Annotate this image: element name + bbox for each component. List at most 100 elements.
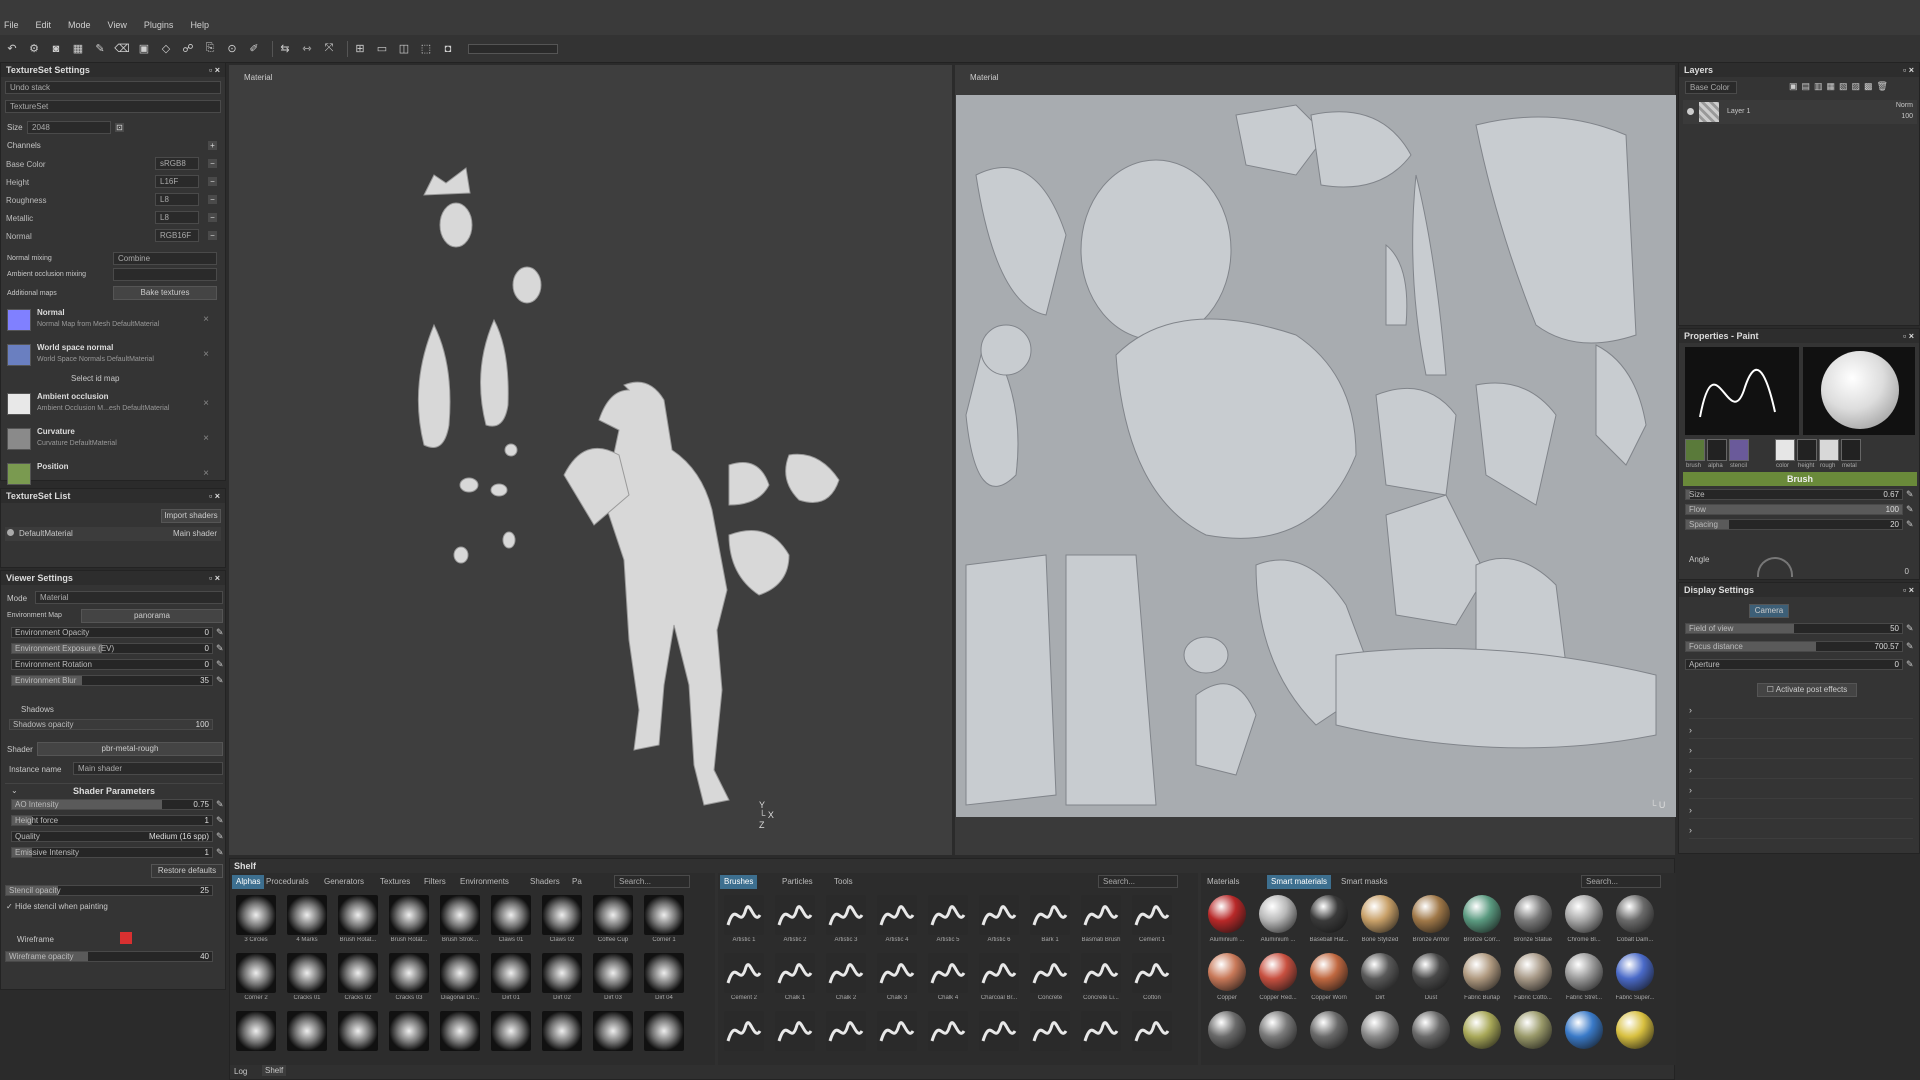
brush-item[interactable]: Cotton <box>1128 951 1176 1007</box>
material-item[interactable]: Baseball Hat... <box>1305 893 1353 949</box>
tab-brushes[interactable]: Brushes <box>720 875 758 889</box>
brush-item[interactable]: Artistic 5 <box>924 893 972 949</box>
alpha-item[interactable]: Brush Rotat... <box>385 893 433 949</box>
remove-channel-icon[interactable]: − <box>208 177 217 186</box>
material-item[interactable]: Fabric Super... <box>1611 951 1659 1007</box>
channel-format-select[interactable]: L8 <box>155 211 199 224</box>
swatch-color[interactable]: color <box>1775 439 1795 469</box>
brush-item[interactable]: Artistic 4 <box>873 893 921 949</box>
channel-format-select[interactable]: L16F <box>155 175 199 188</box>
material-item[interactable] <box>1611 1009 1659 1065</box>
tab-generators[interactable]: Generators <box>320 875 368 889</box>
stencil-opacity-slider[interactable]: Stencil opacity 25 <box>5 885 213 896</box>
edit-pencil-icon[interactable]: ✎ <box>216 847 224 858</box>
panel-close-icon[interactable]: ▫ × <box>1903 65 1914 75</box>
material-item[interactable]: Bone Stylized <box>1356 893 1404 949</box>
close-icon[interactable]: × <box>203 398 209 409</box>
select-id-map-button[interactable]: Select id map <box>71 374 119 383</box>
brush-item[interactable] <box>1077 1009 1125 1065</box>
brush-item[interactable]: Concrete <box>1026 951 1074 1007</box>
camera-tab[interactable]: Camera <box>1749 604 1789 618</box>
menu-file[interactable]: File <box>4 20 19 30</box>
view-2d-icon[interactable]: ▭ <box>374 41 390 57</box>
render-icon[interactable]: ◘ <box>440 41 456 57</box>
material-item[interactable] <box>1254 1009 1302 1065</box>
layer-actions-icons[interactable]: ▣▤▥▦▧▨▩🗑 <box>1789 81 1892 92</box>
brush-item[interactable] <box>720 1009 768 1065</box>
alpha-item[interactable]: Cracks 02 <box>334 951 382 1007</box>
brush-item[interactable] <box>771 1009 819 1065</box>
slider-2[interactable]: Environment Rotation 0 <box>11 659 213 670</box>
alpha-item[interactable]: Brush Strok... <box>436 893 484 949</box>
smudge-icon[interactable]: ☍ <box>180 41 196 57</box>
tab-textures[interactable]: Textures <box>376 875 414 889</box>
brush-item[interactable] <box>924 1009 972 1065</box>
swatch-brush[interactable]: brush <box>1685 439 1705 469</box>
slider-1[interactable]: Environment Exposure (EV) 0 <box>11 643 213 654</box>
brush-item[interactable]: Bark 1 <box>1026 893 1074 949</box>
material-item[interactable]: Fabric Burlap <box>1458 951 1506 1007</box>
effect-row[interactable]: › <box>1689 805 1913 819</box>
menu-edit[interactable]: Edit <box>36 20 52 30</box>
additional-map-item[interactable]: Ambient occlusion Ambient Occlusion M...e… <box>5 390 217 420</box>
layer-visibility-icon[interactable] <box>1687 108 1694 115</box>
material-item[interactable]: Chrome Bl... <box>1560 893 1608 949</box>
hide-stencil-checkbox[interactable]: ✓ Hide stencil when painting <box>6 902 108 911</box>
textureset-shader[interactable]: Main shader <box>173 529 217 538</box>
brush-item[interactable]: Artistic 3 <box>822 893 870 949</box>
alpha-item[interactable]: Dirt 04 <box>640 951 688 1007</box>
tab-particles[interactable]: Particles <box>778 875 817 889</box>
layer-row[interactable]: Layer 1 Norm 100 <box>1683 100 1917 124</box>
effect-row[interactable]: › <box>1689 785 1913 799</box>
menu-plugins[interactable]: Plugins <box>144 20 174 30</box>
brush-item[interactable] <box>1026 1009 1074 1065</box>
mirror-icon[interactable]: ⇿ <box>299 41 315 57</box>
edit-pencil-icon[interactable]: ✎ <box>1906 641 1914 652</box>
edit-pencil-icon[interactable]: ✎ <box>216 643 224 654</box>
material-item[interactable] <box>1305 1009 1353 1065</box>
brush-item[interactable]: Charcoal Br... <box>975 951 1023 1007</box>
alpha-item[interactable]: Corner 2 <box>232 951 280 1007</box>
edit-pencil-icon[interactable]: ✎ <box>1906 623 1914 634</box>
import-shaders-button[interactable]: Import shaders <box>161 509 221 523</box>
panel-close-icon[interactable]: ▫ × <box>209 573 220 583</box>
ao-mixing-select[interactable] <box>113 268 217 281</box>
material-item[interactable]: Bronze Statue <box>1509 893 1557 949</box>
alpha-item[interactable] <box>487 1009 535 1065</box>
brush-item[interactable]: Artistic 2 <box>771 893 819 949</box>
swatch-rough[interactable]: rough <box>1819 439 1839 469</box>
alpha-item[interactable]: Cracks 01 <box>283 951 331 1007</box>
material-item[interactable]: Bronze Armor <box>1407 893 1455 949</box>
wireframe-opacity-slider[interactable]: Wireframe opacity 40 <box>5 951 213 962</box>
additional-map-item[interactable]: World space normal World Space Normals De… <box>5 341 217 371</box>
viewport-2d[interactable]: Material └ U <box>955 65 1676 855</box>
effect-row[interactable]: › <box>1689 745 1913 759</box>
material-item[interactable]: Aluminium ... <box>1254 893 1302 949</box>
slider-0[interactable]: Field of view 50 <box>1685 623 1903 634</box>
alpha-item[interactable]: Corner 1 <box>640 893 688 949</box>
material-item[interactable] <box>1560 1009 1608 1065</box>
gear-icon[interactable]: ⚙ <box>26 41 42 57</box>
layer-name[interactable]: Layer 1 <box>1727 108 1750 115</box>
size-select[interactable]: 2048 <box>27 121 111 134</box>
close-icon[interactable]: × <box>203 468 209 479</box>
material-item[interactable]: Dust <box>1407 951 1455 1007</box>
tab-materials[interactable]: Materials <box>1203 875 1243 889</box>
edit-pencil-icon[interactable]: ✎ <box>1906 519 1914 530</box>
undo-stack-field[interactable]: Undo stack <box>5 81 221 94</box>
slider-1[interactable]: Flow 100 <box>1685 504 1903 515</box>
wireframe-color-swatch[interactable] <box>120 932 132 944</box>
restore-defaults-button[interactable]: Restore defaults <box>151 864 223 878</box>
tab-procedurals[interactable]: Procedurals <box>262 875 313 889</box>
textureset-field[interactable]: TextureSet <box>5 100 221 113</box>
brush-item[interactable] <box>975 1009 1023 1065</box>
close-icon[interactable]: × <box>203 433 209 444</box>
shadows-opacity-slider[interactable]: Shadows opacity 100 <box>9 719 213 730</box>
mode-select[interactable]: Material <box>35 591 223 604</box>
brushes-search[interactable]: Search... <box>1098 875 1178 888</box>
toolbar-slider[interactable] <box>468 43 558 54</box>
slider-1[interactable]: Height force 1 <box>11 815 213 826</box>
close-icon[interactable]: × <box>203 349 209 360</box>
channel-row[interactable]: Height L16F − <box>1 173 227 191</box>
angle-dial[interactable] <box>1757 557 1793 577</box>
